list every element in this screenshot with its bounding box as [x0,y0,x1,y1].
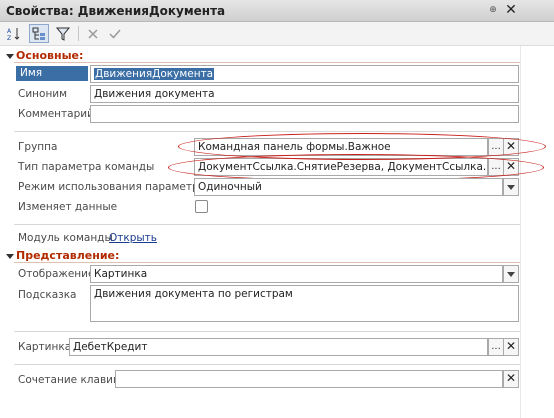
comment-label: Комментарий [18,108,94,120]
close-window-button[interactable]: ✕ [503,2,519,18]
collapse-main-icon[interactable] [6,54,14,59]
window-title: Свойства: ДвиженияДокумента [6,4,226,18]
param-type-field[interactable]: ДокументСсылка.СнятиеРезерва, ДокументСс… [194,158,488,176]
param-mode-select[interactable]: Одиночный [194,178,503,196]
collapse-view-icon[interactable] [6,254,14,259]
chevron-down-icon [507,271,515,277]
svg-text:A: A [7,28,12,35]
name-label: Имя [16,66,88,81]
shortcut-field[interactable] [115,370,503,388]
divider [14,364,520,365]
display-dropdown-button[interactable] [503,265,519,283]
tooltip-label: Подсказка [18,289,77,301]
checkmark-icon[interactable] [105,24,125,43]
shortcut-label: Сочетание клавиш [18,374,123,386]
group-clear-button[interactable]: ✕ [503,138,519,156]
name-field[interactable]: ДвиженияДокумента [90,65,519,83]
chevron-down-icon [507,184,515,190]
picture-select-button[interactable]: ... [488,338,504,356]
modifies-data-label: Изменяет данные [18,201,118,213]
divider [14,224,520,225]
display-select[interactable]: Картинка [90,265,503,283]
param-mode-dropdown-button[interactable] [503,178,519,196]
modifies-data-checkbox[interactable] [195,200,208,213]
toolbar-separator [78,26,79,41]
section-main-title[interactable]: Основные: [16,49,83,62]
module-open-link[interactable]: Открыть [109,232,157,244]
section-view-title[interactable]: Представление: [16,249,119,262]
shortcut-clear-button[interactable]: ✕ [503,370,519,388]
svg-text:Z: Z [7,35,11,41]
picture-field[interactable]: ДебетКредит [69,338,488,356]
module-label: Модуль команды [18,232,113,244]
param-type-clear-button[interactable]: ✕ [503,158,519,176]
section-view-divider [14,262,520,263]
synonym-label: Синоним [18,88,68,100]
group-select-button[interactable]: ... [488,138,504,156]
param-type-label: Тип параметра команды [18,161,155,173]
picture-clear-button[interactable]: ✕ [503,338,519,356]
comment-field[interactable] [90,105,519,123]
tooltip-textarea[interactable]: Движения документа по регистрам [90,285,519,322]
categories-icon[interactable] [29,24,49,43]
pin-icon[interactable]: ⊕ [488,3,498,17]
sort-az-icon[interactable]: AZ [4,24,24,43]
display-label: Отображение [18,268,95,280]
side-frame [520,46,554,418]
divider [14,131,520,132]
param-mode-label: Режим использования параметра [18,181,206,193]
synonym-field[interactable]: Движения документа [90,85,519,103]
divider [14,331,520,332]
picture-label: Картинка [18,341,72,353]
name-field-value: ДвиженияДокумента [94,68,215,80]
group-label: Группа [18,141,58,153]
cancel-icon[interactable] [83,24,103,43]
section-main-divider [14,62,520,63]
group-field[interactable]: Командная панель формы.Важное [194,138,488,156]
filter-icon[interactable] [53,24,73,43]
param-type-select-button[interactable]: ... [488,158,504,176]
